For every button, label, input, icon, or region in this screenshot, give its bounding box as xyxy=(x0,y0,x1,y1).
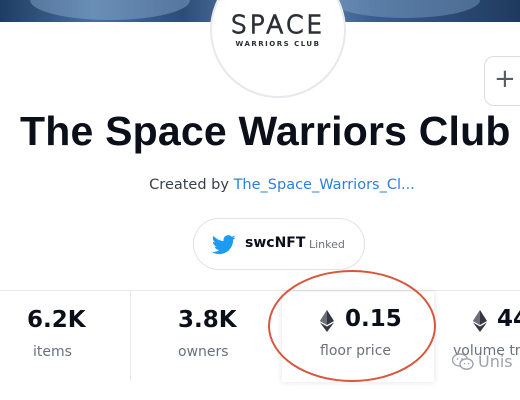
twitter-handle: swcNFT xyxy=(245,235,306,251)
logo-title: SPACE xyxy=(230,9,326,39)
stat-owners[interactable]: 3.8K owners xyxy=(131,291,281,381)
stat-items[interactable]: 6.2K items xyxy=(0,291,130,381)
logo-subtitle: WARRIORS CLUB xyxy=(235,40,321,48)
stat-floor-price[interactable]: 0.15 floor price xyxy=(282,292,434,382)
collection-avatar[interactable]: SPACE WARRIORS CLUB xyxy=(210,0,346,98)
linked-status: Linked xyxy=(309,238,345,251)
ethereum-icon xyxy=(320,310,334,332)
watermark-text: Unis xyxy=(478,352,513,371)
collection-title: The Space Warriors Club xyxy=(20,108,511,154)
twitter-icon xyxy=(212,235,236,255)
watermark: Unis xyxy=(452,352,513,371)
ethereum-icon xyxy=(473,310,487,332)
stat-value: 44 xyxy=(497,306,520,332)
floor-price-label: floor price xyxy=(320,343,391,359)
add-button[interactable]: + xyxy=(484,56,520,106)
stat-label: items xyxy=(33,344,72,360)
floor-price-value: 0.15 xyxy=(345,306,402,332)
stat-value: 6.2K xyxy=(27,307,86,333)
plus-icon: + xyxy=(494,64,516,94)
creator-link[interactable]: The_Space_Warriors_Cl... xyxy=(234,177,415,193)
created-by: Created by The_Space_Warriors_Cl... xyxy=(0,177,520,193)
stat-label: owners xyxy=(178,344,229,360)
twitter-link-pill[interactable]: swcNFT Linked xyxy=(193,218,365,270)
stat-value: 3.8K xyxy=(178,307,237,333)
wechat-icon xyxy=(452,352,474,370)
created-by-label: Created by xyxy=(149,177,229,193)
